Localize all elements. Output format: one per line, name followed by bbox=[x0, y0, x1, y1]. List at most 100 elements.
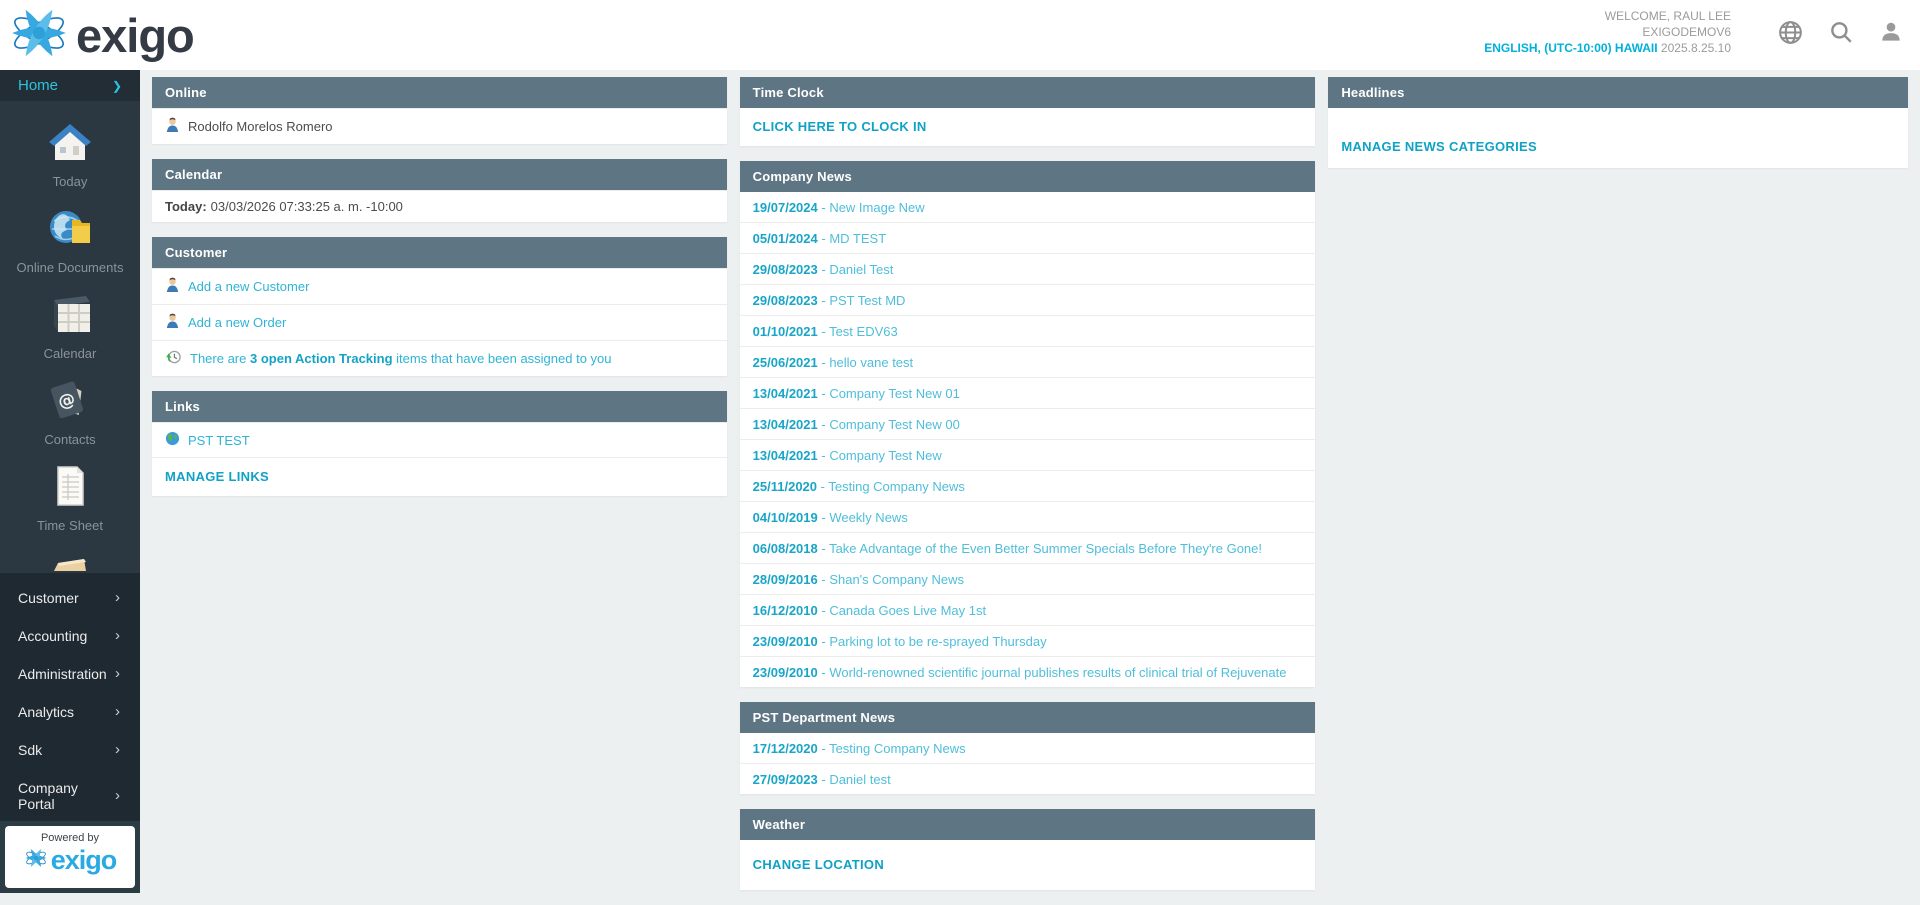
powered-logo-text: exigo bbox=[51, 845, 117, 876]
sidebar-item-calendar[interactable]: Calendar bbox=[0, 291, 140, 361]
news-item[interactable]: 05/01/2024 - MD TEST bbox=[740, 222, 1316, 253]
exigo-atom-icon bbox=[8, 2, 70, 69]
news-item[interactable]: 23/09/2010 - World-renowned scientific j… bbox=[740, 656, 1316, 687]
sidebar-item-online-documents[interactable]: Online Documents bbox=[0, 205, 140, 275]
online-user-row[interactable]: Rodolfo Morelos Romero bbox=[152, 108, 727, 144]
powered-by-exigo[interactable]: Powered by exigo bbox=[5, 826, 135, 888]
news-item-date: 17/12/2020 bbox=[753, 741, 818, 756]
news-item-title: Shan's Company News bbox=[829, 572, 964, 587]
panel-title-pst-news: PST Department News bbox=[740, 702, 1316, 733]
sidebar-item-customer[interactable]: Customer › bbox=[0, 579, 140, 617]
person-icon bbox=[165, 277, 180, 296]
news-item-date: 13/04/2021 bbox=[753, 386, 818, 401]
sidebar-item-sdk[interactable]: Sdk › bbox=[0, 731, 140, 769]
link-globe-icon bbox=[165, 431, 180, 449]
news-item[interactable]: 28/09/2016 - Shan's Company News bbox=[740, 563, 1316, 594]
contacts-book-icon: @ bbox=[46, 377, 94, 428]
sidebar-item-label: Today bbox=[0, 174, 140, 189]
customer-panel: Customer Add a new Customer bbox=[152, 237, 727, 376]
menu-item-label: Accounting bbox=[18, 628, 87, 644]
sidebar-item-label: Time Sheet bbox=[0, 518, 140, 533]
action-tracking-clock-icon bbox=[165, 349, 182, 368]
search-icon[interactable] bbox=[1828, 19, 1854, 45]
news-item-date: 23/09/2010 bbox=[753, 634, 818, 649]
news-item-date: 29/08/2023 bbox=[753, 262, 818, 277]
main-content: Online Rodolfo Morelos Romero Calendar bbox=[140, 70, 1920, 893]
news-item-date: 25/11/2020 bbox=[753, 479, 817, 494]
sidebar-item-accounting[interactable]: Accounting › bbox=[0, 617, 140, 655]
news-item-title: MD TEST bbox=[829, 231, 886, 246]
action-tracking-text: There are 3 open Action Tracking items t… bbox=[190, 351, 612, 366]
news-item[interactable]: 17/12/2020 - Testing Company News bbox=[740, 733, 1316, 763]
news-item[interactable]: 25/06/2021 - hello vane test bbox=[740, 346, 1316, 377]
sidebar-item-today[interactable]: Today bbox=[0, 119, 140, 189]
manage-news-categories-row[interactable]: MANAGE NEWS CATEGORIES bbox=[1328, 108, 1908, 168]
link-label: PST TEST bbox=[188, 433, 250, 448]
panel-title-time-clock: Time Clock bbox=[740, 77, 1316, 108]
news-item-date: 25/06/2021 bbox=[753, 355, 818, 370]
weather-panel: Weather CHANGE LOCATION bbox=[740, 809, 1316, 890]
news-item[interactable]: 06/08/2018 - Take Advantage of the Even … bbox=[740, 532, 1316, 563]
panel-title-customer: Customer bbox=[152, 237, 727, 268]
chevron-right-icon: › bbox=[115, 705, 120, 719]
clock-in-row[interactable]: CLICK HERE TO CLOCK IN bbox=[740, 108, 1316, 146]
person-icon bbox=[165, 117, 180, 136]
action-tracking-row[interactable]: There are 3 open Action Tracking items t… bbox=[152, 340, 727, 376]
menu-item-label: Administration bbox=[18, 666, 107, 682]
news-item[interactable]: 13/04/2021 - Company Test New 01 bbox=[740, 377, 1316, 408]
calendar-grid-icon bbox=[46, 291, 94, 342]
globe-icon[interactable] bbox=[1777, 19, 1804, 46]
sidebar-item-home[interactable]: Home ❯ bbox=[0, 70, 140, 101]
news-item-title: Testing Company News bbox=[828, 479, 965, 494]
person-icon bbox=[165, 313, 180, 332]
online-user-name: Rodolfo Morelos Romero bbox=[188, 119, 333, 134]
sidebar-item-analytics[interactable]: Analytics › bbox=[0, 693, 140, 731]
pst-news-list: 17/12/2020 - Testing Company News 27/09/… bbox=[740, 733, 1316, 794]
sidebar-item-administration[interactable]: Administration › bbox=[0, 655, 140, 693]
news-item[interactable]: 27/09/2023 - Daniel test bbox=[740, 763, 1316, 794]
add-order-row[interactable]: Add a new Order bbox=[152, 304, 727, 340]
add-customer-row[interactable]: Add a new Customer bbox=[152, 268, 727, 304]
sidebar-item-company-portal[interactable]: Company Portal › bbox=[0, 769, 140, 823]
news-item[interactable]: 29/08/2023 - PST Test MD bbox=[740, 284, 1316, 315]
news-item[interactable]: 13/04/2021 - Company Test New bbox=[740, 439, 1316, 470]
panel-title-online: Online bbox=[152, 77, 727, 108]
news-item-title: Company Test New bbox=[829, 448, 941, 463]
chevron-right-icon: › bbox=[115, 591, 120, 605]
locale-link[interactable]: ENGLISH, (UTC-10:00) HAWAII bbox=[1484, 41, 1657, 55]
sidebar-item-label: Calendar bbox=[0, 346, 140, 361]
menu-item-label: Customer bbox=[18, 590, 79, 606]
news-item-date: 04/10/2019 bbox=[753, 510, 818, 525]
change-location-row[interactable]: CHANGE LOCATION bbox=[740, 840, 1316, 890]
panel-title-weather: Weather bbox=[740, 809, 1316, 840]
news-item-date: 27/09/2023 bbox=[753, 772, 818, 787]
news-item-date: 19/07/2024 bbox=[753, 200, 818, 215]
user-avatar-icon[interactable] bbox=[1878, 19, 1904, 45]
news-item-title: New Image New bbox=[829, 200, 924, 215]
news-item[interactable]: 25/11/2020 - Testing Company News bbox=[740, 470, 1316, 501]
news-item[interactable]: 19/07/2024 - New Image New bbox=[740, 192, 1316, 222]
news-item-title: Parking lot to be re-sprayed Thursday bbox=[829, 634, 1046, 649]
news-item-title: Testing Company News bbox=[829, 741, 966, 756]
sidebar: Home ❯ Today bbox=[0, 70, 140, 893]
chevron-right-icon: › bbox=[115, 629, 120, 643]
news-item[interactable]: 29/08/2023 - Daniel Test bbox=[740, 253, 1316, 284]
exigo-logo[interactable]: exigo bbox=[8, 2, 194, 69]
sidebar-item-label: Contacts bbox=[0, 432, 140, 447]
pst-department-news-panel: PST Department News 17/12/2020 - Testing… bbox=[740, 702, 1316, 794]
news-item[interactable]: 01/10/2021 - Test EDV63 bbox=[740, 315, 1316, 346]
chevron-down-icon: ❯ bbox=[112, 79, 122, 93]
manage-links-row[interactable]: MANAGE LINKS bbox=[152, 457, 727, 496]
sidebar-menu: Customer › Accounting › Administration ›… bbox=[0, 573, 140, 833]
news-item[interactable]: 23/09/2010 - Parking lot to be re-spraye… bbox=[740, 625, 1316, 656]
time-clock-panel: Time Clock CLICK HERE TO CLOCK IN bbox=[740, 77, 1316, 146]
news-item[interactable]: 13/04/2021 - Company Test New 00 bbox=[740, 408, 1316, 439]
news-item-title: Take Advantage of the Even Better Summer… bbox=[829, 541, 1262, 556]
news-item[interactable]: 04/10/2019 - Weekly News bbox=[740, 501, 1316, 532]
sidebar-item-time-sheet[interactable]: Time Sheet bbox=[0, 463, 140, 533]
link-row-pst-test[interactable]: PST TEST bbox=[152, 422, 727, 457]
sidebar-item-contacts[interactable]: @ Contacts bbox=[0, 377, 140, 447]
panel-title-company-news: Company News bbox=[740, 161, 1316, 192]
news-item[interactable]: 16/12/2010 - Canada Goes Live May 1st bbox=[740, 594, 1316, 625]
panel-title-calendar: Calendar bbox=[152, 159, 727, 190]
